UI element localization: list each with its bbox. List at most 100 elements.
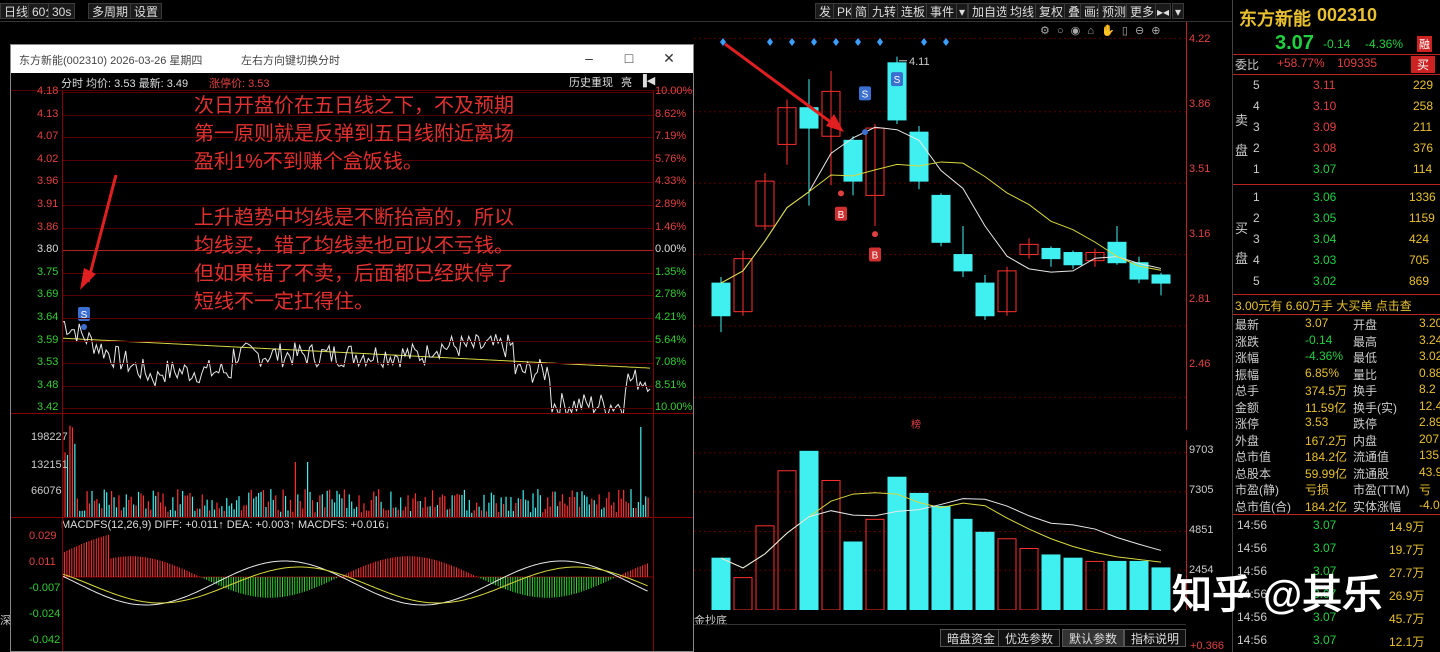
intraday-vol-bar bbox=[113, 497, 115, 517]
intraday-vol-bar bbox=[632, 507, 635, 517]
kline-chart[interactable]: 4.11 S S B B bbox=[694, 22, 1186, 430]
tick-volume: 26.9万 bbox=[1389, 589, 1425, 603]
panel-divider bbox=[11, 413, 693, 414]
volume-bar bbox=[1085, 560, 1105, 610]
tab-indicator-help[interactable]: 指标说明 bbox=[1124, 629, 1186, 647]
intraday-grid-line bbox=[62, 363, 654, 365]
indicator-tabs: 暗盘资金 优选参数 默认参数 指标说明 bbox=[694, 624, 1186, 652]
minimize-icon[interactable]: – bbox=[581, 50, 597, 66]
intraday-vol-bar bbox=[329, 489, 331, 517]
intraday-vol-bar bbox=[321, 494, 323, 517]
stat-label: 量比 bbox=[1353, 367, 1378, 382]
tab-dark-fund[interactable]: 暗盘资金 bbox=[940, 629, 1003, 647]
stat-label: 开盘 bbox=[1353, 318, 1378, 332]
collapse-icon[interactable]: ▐◀ bbox=[639, 74, 655, 87]
bid-volume: 1159 bbox=[1409, 211, 1435, 225]
maximize-icon[interactable]: □ bbox=[621, 50, 637, 66]
intraday-volume-chart[interactable] bbox=[62, 413, 654, 517]
intraday-vol-bar bbox=[373, 491, 375, 517]
intraday-vol-bar bbox=[326, 490, 328, 517]
intraday-vol-bar bbox=[620, 498, 622, 517]
annotation-line: 盈利1%不到赚个盒饭钱。 bbox=[194, 151, 423, 173]
intraday-vol-bar bbox=[179, 504, 181, 517]
buy-tag[interactable]: 买 bbox=[1411, 56, 1436, 73]
intraday-vol-bar bbox=[569, 496, 571, 517]
margin-badge: 融 bbox=[1417, 36, 1432, 52]
tab-optimal-params[interactable]: 优选参数 bbox=[998, 629, 1061, 647]
volume-bar bbox=[909, 492, 929, 610]
stat-value: 11.59亿 bbox=[1305, 400, 1347, 415]
intraday-vol-bar bbox=[331, 499, 333, 517]
intraday-vol-bar bbox=[191, 496, 194, 517]
tab-default-params[interactable]: 默认参数 bbox=[1062, 629, 1125, 647]
expand-icon[interactable]: ▸◂ bbox=[1155, 3, 1171, 19]
period-30s[interactable]: 30s bbox=[48, 3, 76, 19]
brightness-button[interactable]: 亮 bbox=[621, 74, 632, 90]
menu-dropdown-icon[interactable]: ▾ bbox=[1172, 3, 1184, 19]
intraday-vol-bar bbox=[537, 489, 539, 517]
popup-titlebar[interactable]: 东方新能(002310) 2026-03-26 星期四 左右方向键切换分时 – … bbox=[11, 45, 693, 73]
ask-level: 4 bbox=[1253, 99, 1260, 113]
intraday-vol-bar bbox=[400, 497, 402, 517]
stat-value: -4.0 bbox=[1419, 497, 1440, 512]
big-order-row[interactable]: 3.00元有 6.60万手 大买单 点击查 bbox=[1233, 297, 1440, 315]
intraday-vol-bar bbox=[444, 496, 446, 517]
intraday-vol-bar bbox=[142, 495, 145, 517]
event-dropdown-icon[interactable]: ▾ bbox=[956, 3, 968, 19]
intraday-vol-bar bbox=[525, 499, 527, 517]
toolbar-lianban[interactable]: 连板 bbox=[897, 3, 930, 19]
ask-volume: 211 bbox=[1413, 120, 1433, 134]
macd-chart[interactable] bbox=[62, 533, 654, 651]
stat-label: 实体涨幅 bbox=[1353, 499, 1402, 514]
toolbar-fa[interactable]: 发 bbox=[815, 3, 836, 19]
volume-bar bbox=[953, 518, 973, 610]
intraday-vol-bar bbox=[578, 506, 581, 517]
stat-value: 0.88 bbox=[1419, 365, 1440, 380]
toolbar-jiuzhuan[interactable]: 九转 bbox=[868, 3, 901, 19]
bid-price: 3.02 bbox=[1313, 274, 1337, 288]
volume-chart[interactable] bbox=[694, 440, 1186, 610]
intraday-vol-bar bbox=[115, 507, 118, 517]
intraday-vol-bar bbox=[353, 508, 355, 517]
bid-level: 2 bbox=[1253, 211, 1260, 225]
event-diamond bbox=[833, 38, 839, 46]
price-axis-label: 4.22 bbox=[1189, 33, 1211, 45]
intraday-vol-bar bbox=[552, 491, 554, 517]
intraday-vol-bar bbox=[640, 427, 642, 517]
close-icon[interactable]: ✕ bbox=[661, 50, 677, 66]
intraday-pct-axis-label: 8.51% bbox=[655, 378, 687, 391]
intraday-vol-bar bbox=[145, 508, 147, 517]
bid-volume: 424 bbox=[1409, 232, 1430, 246]
toolbar-fuquan[interactable]: 复权 bbox=[1035, 3, 1068, 19]
intraday-vol-bar bbox=[370, 500, 372, 517]
toolbar-more[interactable]: 更多 bbox=[1126, 3, 1159, 19]
intraday-vol-bar bbox=[164, 506, 167, 517]
intraday-vol-bar bbox=[613, 502, 615, 517]
settings-button[interactable]: 设置 bbox=[130, 3, 163, 19]
price-axis-label: 2.81 bbox=[1189, 293, 1211, 305]
intraday-vol-bar bbox=[231, 503, 233, 517]
stat-value: 亏 bbox=[1419, 483, 1432, 497]
volume-bar bbox=[711, 557, 731, 610]
intraday-vol-bar bbox=[593, 500, 595, 517]
intraday-vol-bar bbox=[583, 495, 586, 517]
intraday-vol-bar bbox=[71, 427, 73, 517]
price-axis-label: 3.51 bbox=[1189, 163, 1211, 175]
stat-value: 184.2亿 bbox=[1305, 450, 1348, 464]
intraday-vol-bar bbox=[282, 489, 284, 517]
intraday-vol-bar bbox=[338, 494, 341, 517]
intraday-vol-bar bbox=[645, 496, 647, 517]
multi-period-button[interactable]: 多周期 bbox=[88, 3, 133, 19]
intraday-vol-bar bbox=[262, 490, 265, 517]
stat-label: 流通股 bbox=[1353, 466, 1390, 481]
toolbar-ma[interactable]: 均线 bbox=[1006, 3, 1039, 19]
intraday-vol-bar bbox=[382, 508, 385, 517]
intraday-vol-bar bbox=[503, 504, 505, 517]
toolbar-event[interactable]: 事件 bbox=[926, 3, 959, 19]
history-replay-button[interactable]: 历史重现 bbox=[569, 74, 613, 90]
candle-body bbox=[711, 282, 731, 317]
ask-price: 3.07 bbox=[1313, 162, 1337, 176]
stat-value: 43.9 bbox=[1419, 464, 1440, 479]
intraday-vol-bar bbox=[250, 489, 252, 517]
bid-volume: 1336 bbox=[1409, 190, 1436, 204]
